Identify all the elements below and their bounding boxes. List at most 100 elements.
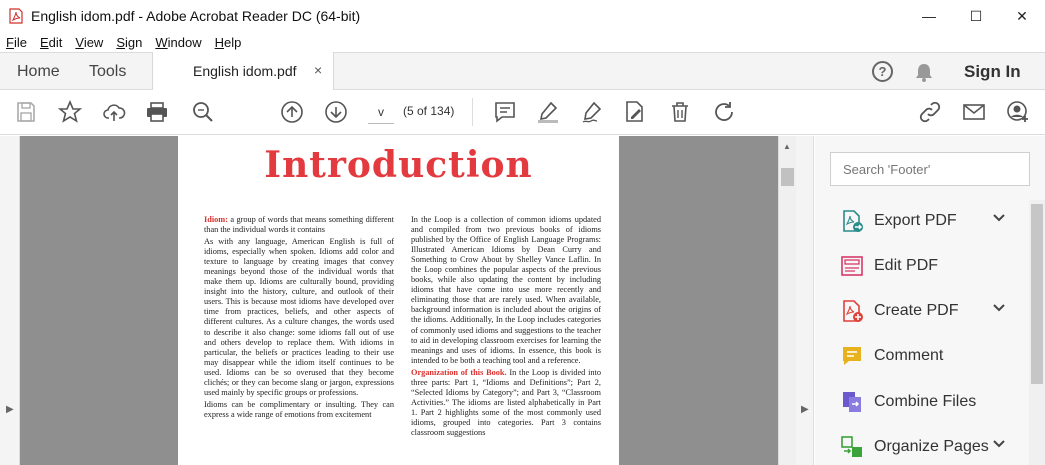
tab-home[interactable]: Home [17, 63, 60, 81]
save-button[interactable] [13, 99, 39, 125]
next-page-button[interactable] [323, 99, 349, 125]
tab-document[interactable]: English idom.pdf × [152, 52, 334, 91]
tool-label: Export PDF [874, 212, 957, 229]
email-button[interactable] [961, 99, 987, 125]
comment-button[interactable] [492, 99, 518, 125]
text-column-left: Idiom: a group of words that means somet… [204, 215, 394, 422]
tool-comment[interactable]: Comment [840, 342, 1020, 370]
scroll-thumb[interactable] [1031, 204, 1043, 384]
menu-view[interactable]: View [75, 35, 103, 50]
menu-file[interactable]: File [6, 35, 27, 50]
rotate-button[interactable] [711, 99, 737, 125]
minimize-icon: — [922, 8, 936, 24]
chevron-down-icon[interactable] [992, 211, 1006, 225]
link-icon [919, 101, 941, 123]
upload-cloud-icon [103, 104, 126, 121]
fill-sign-button[interactable] [622, 99, 648, 125]
pdf-page: Introduction Idiom: a group of words tha… [178, 136, 619, 465]
tool-create-pdf[interactable]: Create PDF [840, 297, 1020, 325]
pen-sign-icon [582, 101, 602, 123]
highlight-button[interactable] [535, 99, 561, 125]
tab-close-icon[interactable]: × [314, 62, 322, 78]
share-link-button[interactable] [917, 99, 943, 125]
delete-button[interactable] [667, 99, 693, 125]
combine-files-icon [843, 392, 861, 412]
tools-pane: Search 'Footer' Export PDF Edit PDF Crea… [815, 136, 1045, 465]
arrow-down-circle-icon [325, 101, 347, 123]
page-count: (5 of 134) [403, 104, 455, 118]
right-panel-toggle[interactable]: ▶ [796, 136, 814, 465]
window-title: English idom.pdf - Adobe Acrobat Reader … [31, 8, 361, 24]
tool-organize-pages[interactable]: Organize Pages [840, 433, 1020, 461]
tab-document-label: English idom.pdf [193, 63, 297, 79]
tool-label: Edit PDF [874, 257, 939, 274]
print-button[interactable] [144, 99, 170, 125]
page-number-input[interactable]: v [368, 100, 394, 124]
sign-button[interactable] [579, 99, 605, 125]
rotate-clockwise-icon [715, 102, 733, 121]
tool-label: Organize Pages [874, 438, 989, 455]
tool-label: Create PDF [874, 302, 959, 319]
sign-in-button[interactable]: Sign In [964, 62, 1021, 82]
text-column-right: In the Loop is a collection of common id… [411, 215, 601, 440]
expand-left-icon: ▶ [6, 404, 14, 415]
comment-icon [495, 102, 515, 123]
title-bar: English idom.pdf - Adobe Acrobat Reader … [0, 0, 1045, 32]
close-icon: ✕ [1016, 7, 1028, 24]
acrobat-app-icon [9, 8, 23, 24]
collapse-right-icon: ▶ [801, 404, 809, 415]
paragraph: Organization of this Book. In the Loop i… [411, 367, 601, 437]
tab-tools[interactable]: Tools [89, 63, 126, 81]
viewer-scrollbar[interactable]: ▲ [778, 136, 796, 465]
menu-bar: File Edit View Sign Window Help [0, 32, 1045, 52]
scroll-thumb[interactable] [781, 168, 794, 186]
find-button[interactable] [190, 99, 216, 125]
maximize-button[interactable]: ☐ [953, 0, 999, 32]
menu-help[interactable]: Help [215, 35, 242, 50]
save-icon [17, 102, 35, 122]
toolbar-divider [472, 98, 473, 126]
edit-pdf-icon [841, 256, 863, 276]
organize-pages-icon [841, 436, 862, 457]
trash-icon [672, 102, 688, 122]
tools-pane-scrollbar[interactable] [1029, 200, 1045, 465]
maximize-icon: ☐ [969, 7, 983, 24]
paragraph: In the Loop is a collection of common id… [411, 215, 601, 365]
prev-page-button[interactable] [279, 99, 305, 125]
tool-label: Comment [874, 347, 944, 364]
bookmark-button[interactable] [57, 99, 83, 125]
help-icon[interactable]: ? [872, 61, 893, 82]
search-icon [193, 102, 213, 122]
highlighter-icon [538, 101, 558, 123]
paragraph: As with any language, American English i… [204, 237, 394, 397]
menu-edit[interactable]: Edit [40, 35, 62, 50]
notification-bell-icon[interactable] [913, 61, 935, 83]
tool-label: Combine Files [874, 393, 977, 410]
menu-window[interactable]: Window [155, 35, 201, 50]
tool-combine-files[interactable]: Combine Files [840, 388, 1020, 416]
arrow-up-circle-icon [281, 101, 303, 123]
menu-sign[interactable]: Sign [116, 35, 142, 50]
tab-bar: Home Tools English idom.pdf × ? Sign In [0, 52, 1045, 91]
paragraph: Idiom: a group of words that means somet… [204, 215, 394, 235]
tool-edit-pdf[interactable]: Edit PDF [840, 252, 1020, 280]
share-button[interactable] [101, 99, 127, 125]
chevron-down-icon[interactable] [992, 437, 1006, 451]
document-viewer[interactable]: Introduction Idiom: a group of words tha… [20, 136, 778, 465]
user-add-icon [1007, 101, 1028, 122]
close-window-button[interactable]: ✕ [999, 0, 1045, 32]
edit-document-icon [626, 101, 643, 122]
envelope-icon [963, 104, 985, 120]
tool-export-pdf[interactable]: Export PDF [840, 207, 1020, 235]
tools-search-input[interactable]: Search 'Footer' [830, 152, 1030, 186]
scroll-up-icon[interactable]: ▲ [783, 142, 791, 151]
printer-icon [147, 102, 167, 122]
paragraph: Idioms can be complimentary or insulting… [204, 399, 394, 419]
create-pdf-icon [843, 300, 863, 322]
chevron-down-icon[interactable] [992, 301, 1006, 315]
account-button[interactable] [1005, 99, 1031, 125]
toolbar: v (5 of 134) [0, 90, 1045, 135]
export-pdf-icon [843, 210, 863, 232]
minimize-button[interactable]: — [906, 0, 952, 32]
left-panel-toggle[interactable]: ▶ [0, 136, 20, 465]
